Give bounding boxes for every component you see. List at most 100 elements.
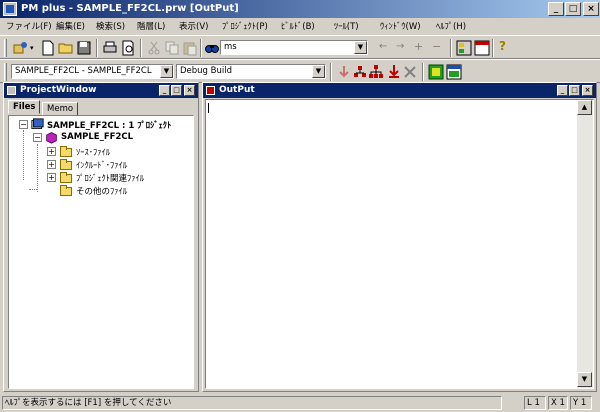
new-file-icon[interactable] [40,40,56,56]
toolbar-separator [140,39,142,57]
remove-icon[interactable]: − [432,40,441,53]
status-col: X 1 [548,396,568,410]
project-combo-value: SAMPLE_FF2CL - SAMPLE_FF2CL [15,66,152,76]
maximize-button[interactable]: □ [565,2,581,16]
cut-icon[interactable] [146,40,162,56]
project-combo[interactable]: SAMPLE_FF2CL - SAMPLE_FF2CL ▼ [11,64,174,79]
file-tree: − SAMPLE_FF2CL : 1 ﾌﾟﾛｼﾞｪｸﾄ − SAMPLE_FF2… [8,115,194,389]
chevron-down-icon[interactable]: ▼ [354,41,367,54]
title-bar[interactable]: PM plus - SAMPLE_FF2CL.prw [OutPut] _ □ … [0,0,600,18]
toolbar-separator [330,63,332,81]
chevron-down-icon[interactable]: ▼ [312,65,325,78]
debug-window-icon[interactable] [446,64,462,80]
menu-edit[interactable]: 編集(E) [56,20,85,32]
tree-folder-project-files[interactable]: ﾌﾟﾛｼﾞｪｸﾄ関連ﾌｧｲﾙ [76,172,144,184]
vertical-scrollbar[interactable]: ▲ ▼ [577,100,593,388]
open-icon[interactable] [58,40,74,56]
menu-level[interactable]: 階層(L) [137,20,165,32]
stop-build-icon[interactable] [402,64,418,80]
build-toolbar: SAMPLE_FF2CL - SAMPLE_FF2CL ▼ Debug Buil… [0,59,600,83]
status-row: Y 1 [570,396,592,410]
menu-tools[interactable]: ﾂｰﾙ(T) [334,20,359,32]
build-config-value: Debug Build [180,66,232,76]
build-config-combo[interactable]: Debug Build ▼ [176,64,326,79]
rebuild-icon[interactable] [368,64,384,80]
save-icon[interactable] [76,40,92,56]
debug-icon[interactable] [428,64,444,80]
forward-icon[interactable]: → [396,41,404,52]
chevron-down-icon[interactable]: ▼ [160,65,173,78]
output-window-title: OutPut [219,85,255,95]
maximize-button[interactable]: □ [171,85,182,96]
tree-expander[interactable]: + [47,160,56,169]
chevron-down-icon[interactable]: ▾ [30,44,34,52]
window-title: PM plus - SAMPLE_FF2CL.prw [OutPut] [21,3,239,14]
menu-help[interactable]: ﾍﾙﾌﾟ(H) [436,20,466,32]
tab-memo[interactable]: Memo [42,102,79,116]
close-button[interactable]: × [582,85,593,96]
project-icon [46,132,57,144]
tab-files[interactable]: Files [8,100,41,114]
folder-icon [60,146,72,157]
toolbar-grip[interactable] [4,39,7,57]
back-icon[interactable]: ← [379,41,387,52]
close-button[interactable]: × [184,85,195,96]
print-preview-icon[interactable] [120,40,136,56]
tree-folder-other[interactable]: その他のﾌｧｲﾙ [76,185,127,197]
tree-project-label[interactable]: SAMPLE_FF2CL [61,132,133,142]
build-down-icon[interactable] [386,64,402,80]
output-window-titlebar[interactable]: OutPut _ □ × [203,83,596,98]
print-icon[interactable] [102,40,118,56]
tree-expander[interactable]: + [47,173,56,182]
tree-expander[interactable]: + [47,147,56,156]
project-window-titlebar[interactable]: ProjectWindow _ □ × [4,83,198,98]
add-icon[interactable]: + [414,40,423,53]
paste-icon[interactable] [182,40,198,56]
maximize-button[interactable]: □ [569,85,580,96]
toolbar-grip[interactable] [4,63,7,81]
scroll-up-icon[interactable]: ▲ [577,100,592,115]
project-window-icon[interactable] [456,40,472,56]
new-project-icon[interactable] [13,40,29,56]
menu-project[interactable]: ﾌﾟﾛｼﾞｪｸﾄ(P) [222,20,268,32]
scroll-down-icon[interactable]: ▼ [577,372,592,387]
text-cursor [208,103,209,113]
tree-folder-include[interactable]: ｲﾝｸﾙｰﾄﾞ･ﾌｧｲﾙ [76,159,127,171]
minimize-button[interactable]: _ [548,2,564,16]
minimize-button[interactable]: _ [159,85,170,96]
search-combo-value: ms [224,42,237,52]
project-window-icon [7,86,16,95]
compile-icon[interactable] [336,64,352,80]
tree-folder-source[interactable]: ｿｰｽ･ﾌｧｲﾙ [76,146,110,158]
toolbar-separator [96,39,98,57]
close-button[interactable]: × [583,2,599,16]
project-window-title: ProjectWindow [20,85,97,95]
menu-view[interactable]: 表示(V) [179,20,208,32]
folder-icon [60,185,72,196]
output-window-icon [206,86,215,95]
project-window: ProjectWindow _ □ × Files Memo − SAMPLE_… [3,82,199,392]
build-icon[interactable] [352,64,368,80]
search-combo[interactable]: ms ▼ [220,40,368,55]
tree-expander[interactable]: − [33,133,42,142]
output-window-icon[interactable] [474,40,490,56]
menu-file[interactable]: ファイル(F) [6,20,52,32]
output-text-area[interactable]: ▲ ▼ [205,99,594,389]
copy-icon[interactable] [164,40,180,56]
folder-icon [60,159,72,170]
minimize-button[interactable]: _ [557,85,568,96]
toolbar-separator [200,39,202,57]
menu-search[interactable]: 検索(S) [96,20,125,32]
toolbar-separator [422,63,424,81]
help-icon[interactable]: ? [499,39,506,53]
toolbar-separator [492,39,494,57]
workspace-icon [31,118,44,129]
tree-root-label[interactable]: SAMPLE_FF2CL : 1 ﾌﾟﾛｼﾞｪｸﾄ [47,119,171,131]
tree-expander[interactable]: − [19,120,28,129]
standard-toolbar: ▾ ms ▼ ← → + − ? [0,35,600,59]
menu-window[interactable]: ｳｨﾝﾄﾞｳ(W) [380,20,421,32]
app-icon[interactable] [3,2,17,16]
status-message: ﾍﾙﾌﾟを表示するには [F1] を押してください [2,396,502,410]
menu-build[interactable]: ﾋﾞﾙﾄﾞ(B) [281,20,315,32]
find-icon[interactable] [204,40,220,56]
